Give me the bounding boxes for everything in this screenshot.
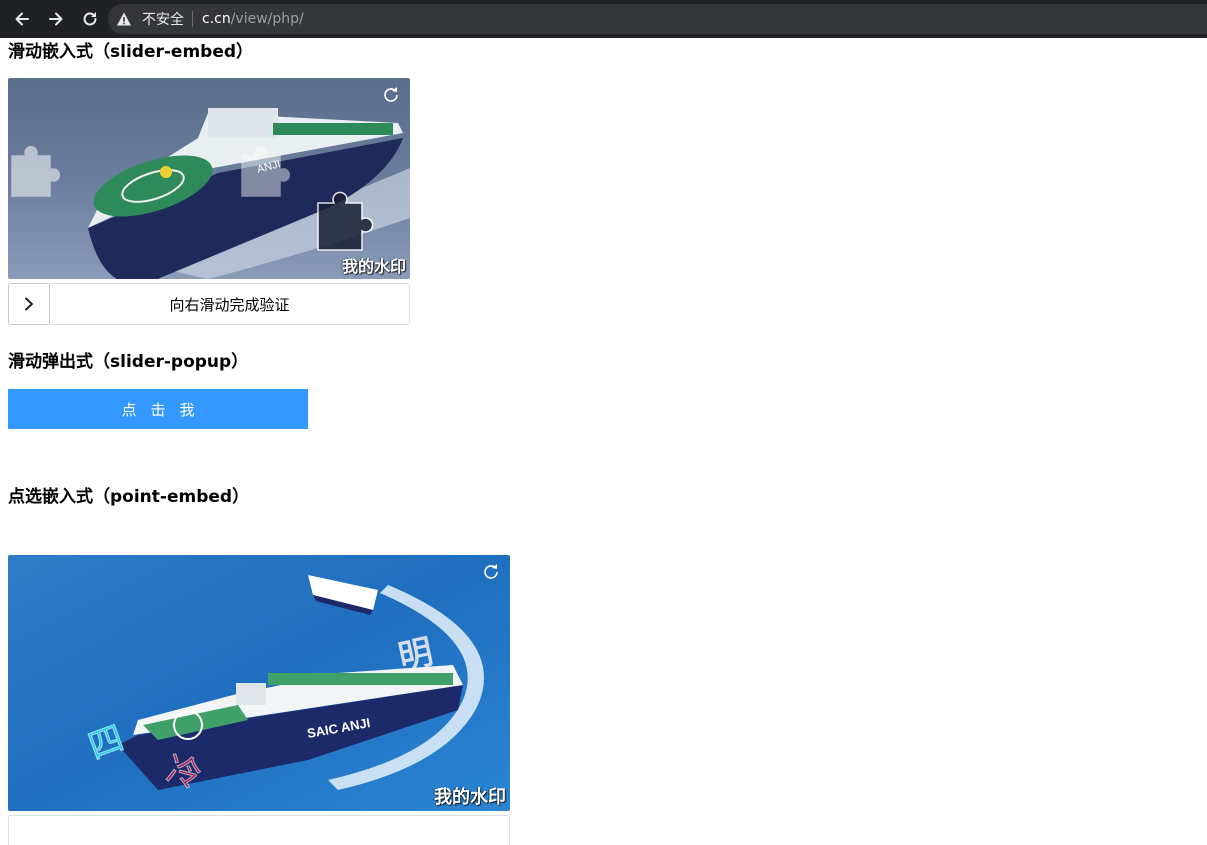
url-path: /view/php/ xyxy=(230,11,304,27)
url-host: c.cn xyxy=(202,11,231,27)
slider-captcha-image: ANJI 我的水印 xyxy=(8,78,410,279)
slider-handle[interactable] xyxy=(8,283,50,325)
forward-arrow-icon xyxy=(49,12,63,26)
browser-toolbar: 不安全 c.cn /view/php/ xyxy=(0,0,1207,38)
slider-track[interactable]: 向右滑动完成验证 xyxy=(8,283,410,325)
point-watermark: 我的水印 xyxy=(434,787,506,808)
reload-button[interactable] xyxy=(74,3,106,35)
warning-icon xyxy=(117,12,131,26)
forward-button[interactable] xyxy=(40,3,72,35)
chevron-right-icon xyxy=(25,297,33,311)
slider-refresh-icon[interactable] xyxy=(381,85,401,105)
point-captcha-image[interactable]: SAIC ANJI 明 四 冷 我的水印 xyxy=(8,555,510,811)
slider-popup-title: 滑动弹出式（slider-popup） xyxy=(8,352,249,372)
slider-hint-text: 向右滑动完成验证 xyxy=(169,295,290,314)
point-refresh-icon[interactable] xyxy=(481,562,501,582)
omnibox-divider xyxy=(192,11,193,27)
click-me-button[interactable]: 点击我 xyxy=(8,389,308,429)
slider-watermark: 我的水印 xyxy=(341,257,406,276)
security-status-label[interactable]: 不安全 xyxy=(142,9,184,29)
point-verify-bar xyxy=(8,815,510,845)
address-bar[interactable]: 不安全 c.cn /view/php/ xyxy=(108,4,1207,34)
back-arrow-icon xyxy=(15,12,29,26)
ship-image: ANJI xyxy=(8,78,410,279)
slider-embed-title: 滑动嵌入式（slider-embed） xyxy=(8,42,254,62)
reload-icon xyxy=(83,12,97,26)
back-button[interactable] xyxy=(6,3,38,35)
ship-image: SAIC ANJI xyxy=(8,555,510,811)
point-embed-title: 点选嵌入式（point-embed） xyxy=(8,487,250,507)
